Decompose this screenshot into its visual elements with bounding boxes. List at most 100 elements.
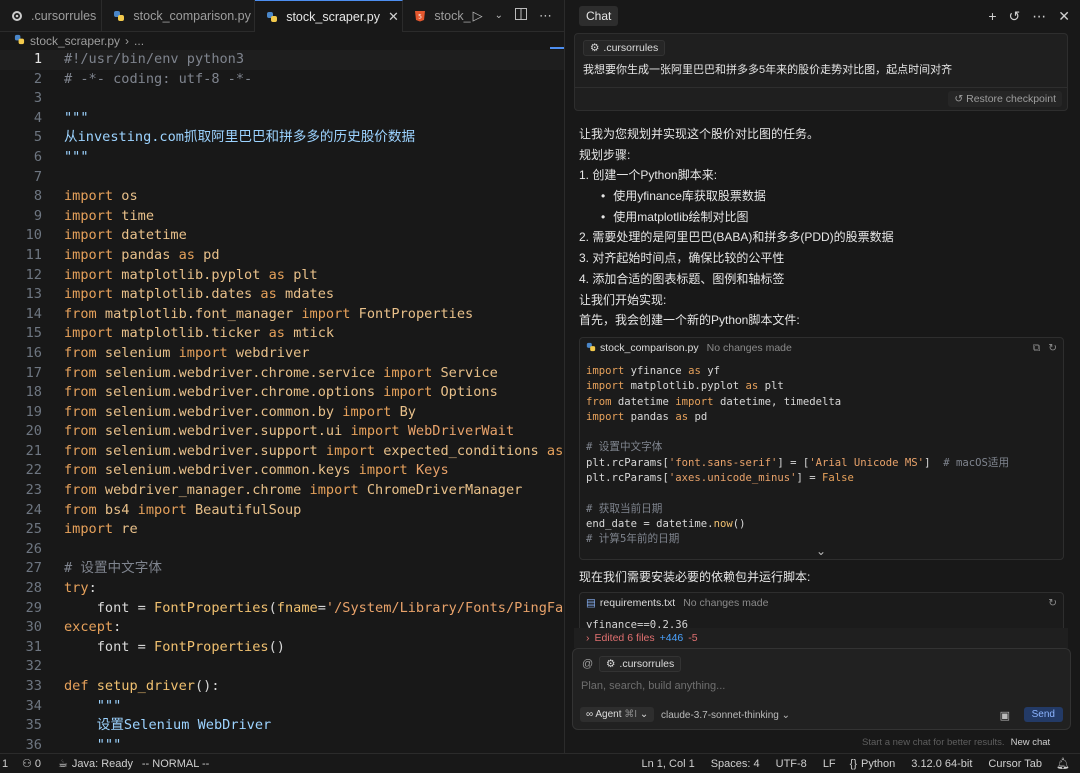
code-token: yf: [707, 365, 720, 377]
code-token: from: [64, 364, 105, 381]
code-line[interactable]: 23 from webdriver_manager.chrome import C…: [0, 481, 564, 501]
code-line[interactable]: 22 from selenium.webdriver.common.keys im…: [0, 461, 564, 481]
code-line[interactable]: 5 从investing.com抓取阿里巴巴和拼多多的历史股价数据: [0, 128, 564, 148]
code-token: ChromeDriverManager: [366, 482, 523, 499]
close-icon[interactable]: ✕: [1058, 8, 1070, 25]
code-line[interactable]: 27 # 设置中文字体: [0, 559, 564, 579]
plus-icon[interactable]: +: [988, 8, 996, 25]
refresh-icon[interactable]: ↻: [1048, 342, 1057, 355]
edited-files-bar[interactable]: › Edited 6 files +446 -5: [574, 628, 1068, 648]
code-line[interactable]: 31 font = FontProperties(): [0, 638, 564, 658]
code-line[interactable]: 3: [0, 89, 564, 109]
code-text: # -*- coding: utf-8 -*-: [42, 70, 252, 90]
code-token: import: [586, 365, 631, 377]
close-icon[interactable]: ✕: [388, 9, 399, 25]
code-line[interactable]: 26: [0, 540, 564, 560]
model-dropdown[interactable]: claude-3.7-sonnet-thinking ⌄: [661, 710, 790, 721]
code-line[interactable]: 35 设置Selenium WebDriver: [0, 716, 564, 736]
code-line[interactable]: 8 import os: [0, 187, 564, 207]
code-line[interactable]: 20 from selenium.webdriver.support.ui imp…: [0, 422, 564, 442]
code-line[interactable]: 17 from selenium.webdriver.chrome.service…: [0, 364, 564, 384]
code-line[interactable]: 2 # -*- coding: utf-8 -*-: [0, 70, 564, 90]
status-encoding[interactable]: UTF-8: [776, 758, 807, 770]
context-pill[interactable]: ⚙ .cursorrules: [583, 40, 666, 56]
code-editor[interactable]: 1 #!/usr/bin/env python3 2 # -*- coding: ut…: [0, 50, 564, 753]
gear-icon: [10, 9, 24, 23]
at-mention-icon[interactable]: @: [582, 658, 593, 670]
status-cursor-tab[interactable]: Cursor Tab: [988, 758, 1042, 770]
code-text: from selenium.webdriver.support.ui impor…: [42, 422, 514, 442]
code-line[interactable]: 28 try:: [0, 579, 564, 599]
image-icon[interactable]: ▣: [1000, 709, 1010, 722]
run-icon[interactable]: ▷: [473, 8, 483, 24]
code-token: end_date = datetime.: [586, 517, 714, 530]
code-block-file[interactable]: requirements.txt: [600, 597, 675, 609]
code-line[interactable]: 4 """: [0, 109, 564, 129]
tab-stock-html[interactable]: 5 stock_: [403, 0, 472, 32]
status-language[interactable]: Python: [861, 758, 895, 770]
response-paragraph: 规划步骤:: [579, 147, 631, 162]
agent-mode-dropdown[interactable]: ∞ Agent ⌘I ⌄: [580, 707, 655, 722]
code-line[interactable]: 33 def setup_driver():: [0, 677, 564, 697]
tab-label: stock_: [434, 9, 471, 23]
code-line[interactable]: 14 from matplotlib.font_manager import Fo…: [0, 305, 564, 325]
code-text: """: [42, 148, 89, 168]
code-line[interactable]: 15 import matplotlib.ticker as mtick: [0, 324, 564, 344]
code-token: import: [586, 410, 631, 423]
code-token: as: [260, 325, 294, 342]
code-line[interactable]: 19 from selenium.webdriver.common.by impo…: [0, 403, 564, 423]
chevron-down-icon[interactable]: ⌄: [495, 10, 503, 21]
user-message[interactable]: ⚙ .cursorrules 我想要你生成一张阿里巴巴和拼多多5年来的股价走势对…: [574, 33, 1068, 111]
code-line[interactable]: 18 from selenium.webdriver.chrome.options…: [0, 383, 564, 403]
code-line[interactable]: 9 import time: [0, 207, 564, 227]
code-line[interactable]: 29 font = FontProperties(fname='/System/…: [0, 599, 564, 619]
line-number: 31: [25, 638, 42, 655]
status-item[interactable]: ⚇ 0: [22, 757, 58, 770]
restore-checkpoint-button[interactable]: ↺ Restore checkpoint: [948, 91, 1062, 107]
split-editor-icon[interactable]: [515, 8, 528, 23]
status-item[interactable]: 1: [2, 758, 22, 770]
status-eol[interactable]: LF: [823, 758, 836, 770]
history-icon[interactable]: ↺: [1009, 8, 1021, 25]
breadcrumb-file[interactable]: stock_scraper.py: [30, 34, 120, 48]
breadcrumb-more[interactable]: ...: [134, 34, 144, 48]
tab-stock-comparison[interactable]: stock_comparison.py: [102, 0, 256, 32]
code-line[interactable]: 12 import matplotlib.pyplot as plt: [0, 266, 564, 286]
code-line[interactable]: 10 import datetime: [0, 226, 564, 246]
code-line[interactable]: 30 except:: [0, 618, 564, 638]
context-pill[interactable]: ⚙ .cursorrules: [599, 656, 682, 672]
code-line[interactable]: 34 """: [0, 697, 564, 717]
code-line[interactable]: 7: [0, 168, 564, 188]
tab-stock-scraper[interactable]: stock_scraper.py ✕: [255, 0, 404, 32]
status-cursor-position[interactable]: Ln 1, Col 1: [642, 758, 695, 770]
code-token: '/System/Library/Fonts/PingFang.t: [325, 599, 564, 616]
code-line[interactable]: 32: [0, 657, 564, 677]
code-line[interactable]: 11 import pandas as pd: [0, 246, 564, 266]
code-line[interactable]: 1 #!/usr/bin/env python3: [0, 50, 564, 70]
copy-icon[interactable]: ⧉: [1033, 342, 1041, 355]
code-line[interactable]: 36 """: [0, 736, 564, 753]
refresh-icon[interactable]: ↻: [1048, 597, 1057, 609]
bell-icon[interactable]: 🔔︎: [1056, 757, 1070, 770]
status-item[interactable]: Java: Ready: [72, 758, 142, 770]
send-button[interactable]: Send: [1023, 707, 1063, 722]
tab-cursorrules[interactable]: .cursorrules: [0, 0, 103, 32]
chat-input[interactable]: Plan, search, build anything...: [581, 680, 725, 692]
code-line[interactable]: 16 from selenium import webdriver: [0, 344, 564, 364]
code-line[interactable]: 21 from selenium.webdriver.support import…: [0, 442, 564, 462]
new-chat-link[interactable]: New chat: [1011, 737, 1051, 748]
chat-tab[interactable]: Chat: [579, 6, 619, 26]
code-line[interactable]: 13 import matplotlib.dates as mdates: [0, 285, 564, 305]
code-text: from webdriver_manager.chrome import Chr…: [42, 481, 522, 501]
chevron-down-icon[interactable]: ⌄: [816, 544, 826, 558]
code-token: from: [64, 442, 105, 459]
status-interpreter[interactable]: 3.12.0 64-bit: [911, 758, 972, 770]
code-block-file[interactable]: stock_comparison.py: [600, 342, 699, 354]
code-line[interactable]: 24 from bs4 import BeautifulSoup: [0, 501, 564, 521]
more-icon[interactable]: ⋯: [539, 8, 552, 24]
status-indent[interactable]: Spaces: 4: [711, 758, 760, 770]
code-line[interactable]: 6 """: [0, 148, 564, 168]
code-token: selenium.webdriver.common.keys: [104, 462, 351, 479]
code-line[interactable]: 25 import re: [0, 520, 564, 540]
more-icon[interactable]: ⋯: [1032, 8, 1046, 25]
